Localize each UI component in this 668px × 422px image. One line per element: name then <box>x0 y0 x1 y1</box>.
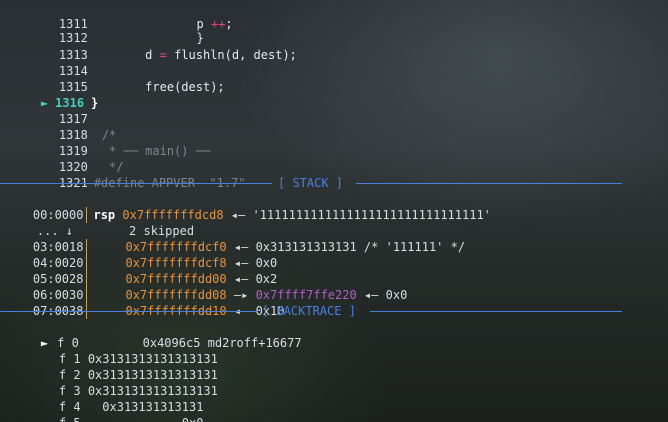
frame-address: 0x0 <box>182 416 204 422</box>
backtrace-frame: f 1 0x3131313131313131 <box>0 335 218 366</box>
separator-rule <box>0 183 272 184</box>
source-line: 1319 * ── main() ── <box>0 127 210 158</box>
stack-row: 07:0038 0x7fffffffdd10 ◂— 0x10 <box>0 287 284 319</box>
backtrace-frame: f 2 0x3131313131313131 <box>0 351 218 382</box>
stack-title: [ STACK ] <box>278 176 344 190</box>
stack-row: 03:0018 0x7fffffffdcf0 ◂— 0x313131313131 … <box>0 223 465 255</box>
stack-row: 06:0030 0x7fffffffdd08 —▸ 0x7ffff7ffe220 … <box>0 271 407 303</box>
source-line: 1312 } <box>0 14 204 45</box>
source-line: 1317 <box>0 95 88 126</box>
source-line: 1320 */ <box>0 143 124 174</box>
stack-separator: [ STACK ] <box>0 175 622 191</box>
frame-symbol: md2roff+16677 <box>207 336 302 350</box>
source-line-current: ► 1316} <box>0 79 98 110</box>
stack-value: '1111111111111111111111111111111' <box>252 208 491 222</box>
source-line: 1318/* <box>0 111 116 142</box>
separator-rule <box>370 311 622 312</box>
backtrace-frame: f 3 0x3131313131313131 <box>0 367 218 398</box>
stack-row: 04:0020 0x7fffffffdcf8 ◂— 0x0 <box>0 239 277 271</box>
frame-id: f 5 <box>29 416 81 422</box>
backtrace-frame: f 4 0x313131313131 <box>0 383 204 414</box>
terminal: 1311 p ++; 1312 } 1313 d = flushln(d, de… <box>0 0 668 422</box>
source-line: 1315 free(dest); <box>0 63 225 94</box>
stack-row: 05:0028 0x7fffffffdd00 ◂— 0x2 <box>0 255 277 287</box>
stack-row: 00:0000 rsp 0x7fffffffdcd8 ◂— '1111111111… <box>0 191 491 223</box>
source-line: 1313 d = flushln(d, dest); <box>0 31 297 62</box>
source-line: 1321 #define APPVER "1.7" <box>0 159 246 190</box>
backtrace-frame: f 5 0x0 <box>0 399 204 422</box>
stack-value: 0x313131313131 /* '111111' */ <box>255 240 466 254</box>
backtrace-separator: [ BACKTRACE ] <box>0 303 622 319</box>
backtrace-title: [ BACKTRACE ] <box>262 304 356 318</box>
stack-row-skipped: ... ↓ 2 skipped <box>0 207 194 238</box>
separator-rule <box>0 311 258 312</box>
source-line: 1314 <box>0 47 88 78</box>
separator-rule <box>356 183 622 184</box>
stack-value: 0x0 <box>385 288 408 302</box>
arrow-icon: ◂— <box>230 208 246 222</box>
arrow-icon: ◂— <box>363 288 379 302</box>
backtrace-frame-current: ► f 0 0x4096c5 md2roff+16677 <box>0 319 302 350</box>
